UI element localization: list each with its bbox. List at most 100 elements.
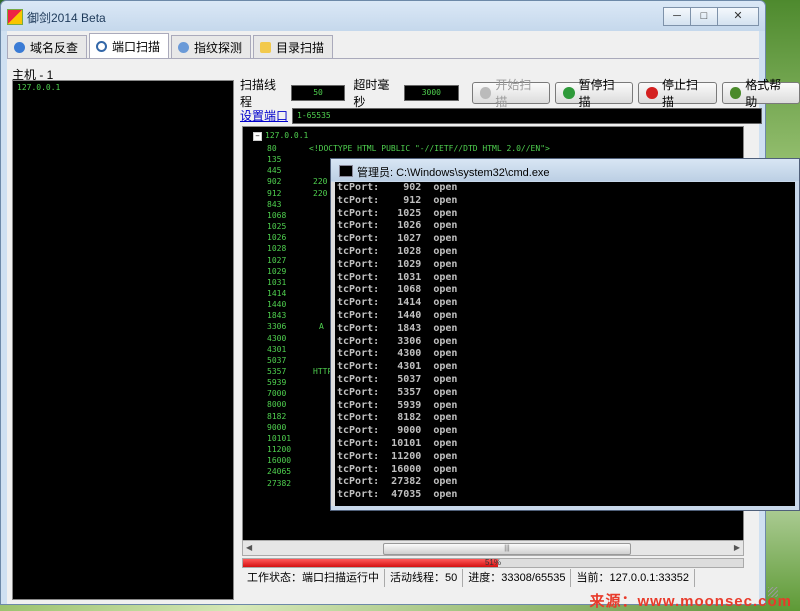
port-item[interactable]: 27382 [267,478,291,489]
port-item[interactable]: 843 [267,199,281,210]
port-item[interactable]: 1025 [267,221,286,232]
port-item[interactable]: 1843 [267,310,286,321]
cmd-title-bar[interactable]: 管理员: C:\Windows\system32\cmd.exe [331,159,799,181]
status-progress: 进度：33308/65535 [463,569,572,587]
port-item[interactable]: 4300 [267,333,286,344]
cmd-line: tcPort: 5939 open [337,399,458,411]
port-item[interactable]: 135 [267,154,281,165]
status-work: 工作状态：端口扫描运行中 [242,569,385,587]
cmd-line: tcPort: 4301 open [337,361,458,373]
port-item[interactable]: 24065 [267,466,291,477]
scroll-right-icon[interactable]: ▶ [734,543,740,552]
port-range-input[interactable]: 1-65535 [292,107,763,124]
horizontal-scrollbar[interactable]: ◀ ||| ▶ [242,540,744,556]
scroll-left-icon[interactable]: ◀ [246,543,252,552]
port-banner: <!DOCTYPE HTML PUBLIC "-//IETF//DTD HTML… [309,144,550,153]
host-list[interactable]: 127.0.0.1 [12,80,234,600]
cmd-output[interactable]: tcPort: 902 open tcPort: 912 open tcPort: … [335,182,795,506]
cmd-line: tcPort: 1025 open [337,207,458,219]
cmd-line: tcPort: 1027 open [337,233,458,245]
port-item[interactable]: 1068 [267,210,286,221]
cmd-line: tcPort: 3306 open [337,335,458,347]
set-ports-link[interactable]: 设置端口 [240,107,288,124]
status-threads: 活动线程：50 [385,569,464,587]
port-item[interactable]: 5939 [267,377,286,388]
cmd-line: tcPort: 1414 open [337,297,458,309]
port-item[interactable]: 8182 [267,411,286,422]
magnifier-icon [96,40,108,52]
port-item[interactable]: 16000 [267,455,291,466]
tree-root[interactable]: −127.0.0.1 [253,131,308,141]
cmd-line: tcPort: 8182 open [337,412,458,424]
port-item[interactable]: 445 [267,165,281,176]
port-item[interactable]: 1414 [267,288,286,299]
cmd-line: tcPort: 10101 open [337,437,458,449]
cmd-window[interactable]: 管理员: C:\Windows\system32\cmd.exe tcPort:… [330,158,800,511]
close-button[interactable]: ✕ [717,7,759,26]
cmd-line: tcPort: 1843 open [337,322,458,334]
port-item[interactable]: 912 [267,188,281,199]
pause-scan-button[interactable]: 暂停扫描 [554,78,634,109]
cmd-line: tcPort: 47035 open [337,489,458,501]
port-item[interactable]: 1026 [267,232,286,243]
cmd-line: tcPort: 11200 open [337,450,458,462]
tab-label: 域名反查 [30,40,79,55]
cmd-line: tcPort: 16000 open [337,463,458,475]
minimize-button[interactable]: ─ [663,7,691,26]
port-item[interactable]: 5037 [267,355,286,366]
scan-controls: 扫描线程 50 超时毫秒 3000 开始扫描 暂停扫描 停止扫描 格式帮助 [240,78,800,109]
port-banner: 220 [313,177,328,187]
progress-percent: 51% [484,558,501,567]
port-settings: 设置端口 1-65535 [240,107,763,124]
port-item[interactable]: 1440 [267,299,286,310]
collapse-icon[interactable]: − [253,132,262,141]
tab-label: 指纹探测 [194,40,243,55]
cmd-line: tcPort: 5357 open [337,386,458,398]
cmd-title: 管理员: C:\Windows\system32\cmd.exe [357,167,550,179]
port-item[interactable]: 10101 [267,433,291,444]
cmd-line: tcPort: 4300 open [337,348,458,360]
port-item[interactable]: 9000 [267,422,286,433]
cmd-line: tcPort: 1440 open [337,309,458,321]
port-item[interactable]: 902 [267,176,281,187]
port-item[interactable]: 3306 [267,321,286,332]
start-scan-button[interactable]: 开始扫描 [471,78,550,109]
cmd-line: tcPort: 902 open [337,182,458,193]
maximize-button[interactable]: □ [690,7,718,26]
app-icon [7,9,23,25]
tree-root-label: 127.0.0.1 [265,131,309,140]
threads-input[interactable]: 50 [290,85,346,101]
port-item[interactable]: 11200 [267,444,291,455]
timeout-input[interactable]: 3000 [404,85,459,101]
globe-icon [14,41,25,53]
port-item[interactable]: 1031 [267,277,286,288]
title-bar[interactable]: 御剑2014 Beta ─ □ ✕ [1,1,765,31]
cmd-line: tcPort: 1031 open [337,271,458,283]
stop-scan-button[interactable]: 停止扫描 [638,78,717,109]
port-item[interactable]: 1029 [267,266,286,277]
status-bar: 工作状态：端口扫描运行中 活动线程：50 进度：33308/65535 当前：1… [242,569,750,587]
format-help-button[interactable]: 格式帮助 [721,78,800,109]
port-item[interactable]: 4301 [267,344,286,355]
watermark: 来源：www.moonsec.com [589,593,792,610]
scan-progress-bar: 51% [242,558,744,568]
port-item[interactable]: 80 [267,143,277,154]
cmd-line: tcPort: 1068 open [337,284,458,296]
cmd-line: tcPort: 912 open [337,194,458,206]
port-item[interactable]: 1027 [267,255,286,266]
port-item[interactable]: 8000 [267,399,286,410]
port-item[interactable]: 7000 [267,388,286,399]
tab-label: 目录扫描 [276,40,325,55]
tab-port-scan[interactable]: 端口扫描 [89,33,170,58]
port-item[interactable]: 1028 [267,243,286,254]
host-item[interactable]: 127.0.0.1 [13,81,233,94]
folder-icon [260,41,272,53]
tab-directory-scan[interactable]: 目录扫描 [253,35,334,58]
scrollbar-thumb[interactable]: ||| [383,543,631,555]
tab-label: 端口扫描 [112,39,161,54]
port-item[interactable]: 5357 [267,366,286,377]
tab-fingerprint[interactable]: 指纹探测 [171,35,252,58]
status-current: 当前：127.0.0.1:33352 [571,569,696,587]
cmd-line: tcPort: 1026 open [337,220,458,232]
tab-domain-reverse[interactable]: 域名反查 [7,35,88,58]
